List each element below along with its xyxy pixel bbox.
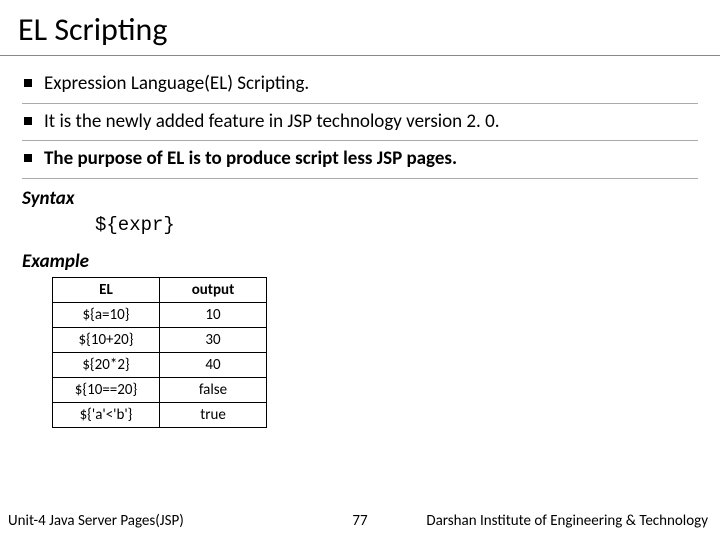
footer-right: Darshan Institute of Engineering & Techn…: [184, 512, 720, 530]
syntax-code: ${expr}: [0, 214, 720, 236]
slide-footer: Unit-4 Java Server Pages(JSP) 77 Darshan…: [0, 512, 720, 530]
table-cell: false: [160, 378, 267, 403]
table-row: ${'a'<'b'} true: [53, 403, 267, 428]
table-cell: 30: [160, 328, 267, 353]
table-cell: ${'a'<'b'}: [53, 403, 160, 428]
table-row: ${10==20} false: [53, 378, 267, 403]
table-cell: true: [160, 403, 267, 428]
table-row: ${20*2} 40: [53, 353, 267, 378]
table-cell: ${a=10}: [53, 303, 160, 328]
table-cell: ${10==20}: [53, 378, 160, 403]
table-header-output: output: [160, 278, 267, 303]
footer-page-number: 77: [352, 512, 367, 530]
table-row: ${10+20} 30: [53, 328, 267, 353]
syntax-label: Syntax: [0, 179, 720, 214]
bullet-item: Expression Language(EL) Scripting.: [22, 66, 698, 104]
table-header-row: EL output: [53, 278, 267, 303]
table-header-el: EL: [53, 278, 160, 303]
title-underline: [0, 55, 720, 56]
table-cell: ${10+20}: [53, 328, 160, 353]
table-cell: ${20*2}: [53, 353, 160, 378]
example-label: Example: [0, 242, 720, 277]
slide-title: EL Scripting: [0, 0, 720, 55]
table-row: ${a=10} 10: [53, 303, 267, 328]
bullet-list: Expression Language(EL) Scripting. It is…: [0, 66, 720, 179]
table-cell: 10: [160, 303, 267, 328]
bullet-item: The purpose of EL is to produce script l…: [22, 141, 698, 179]
footer-left: Unit-4 Java Server Pages(JSP): [0, 512, 184, 530]
table-cell: 40: [160, 353, 267, 378]
el-output-table: EL output ${a=10} 10 ${10+20} 30 ${20*2}…: [52, 277, 267, 428]
bullet-item: It is the newly added feature in JSP tec…: [22, 104, 698, 142]
